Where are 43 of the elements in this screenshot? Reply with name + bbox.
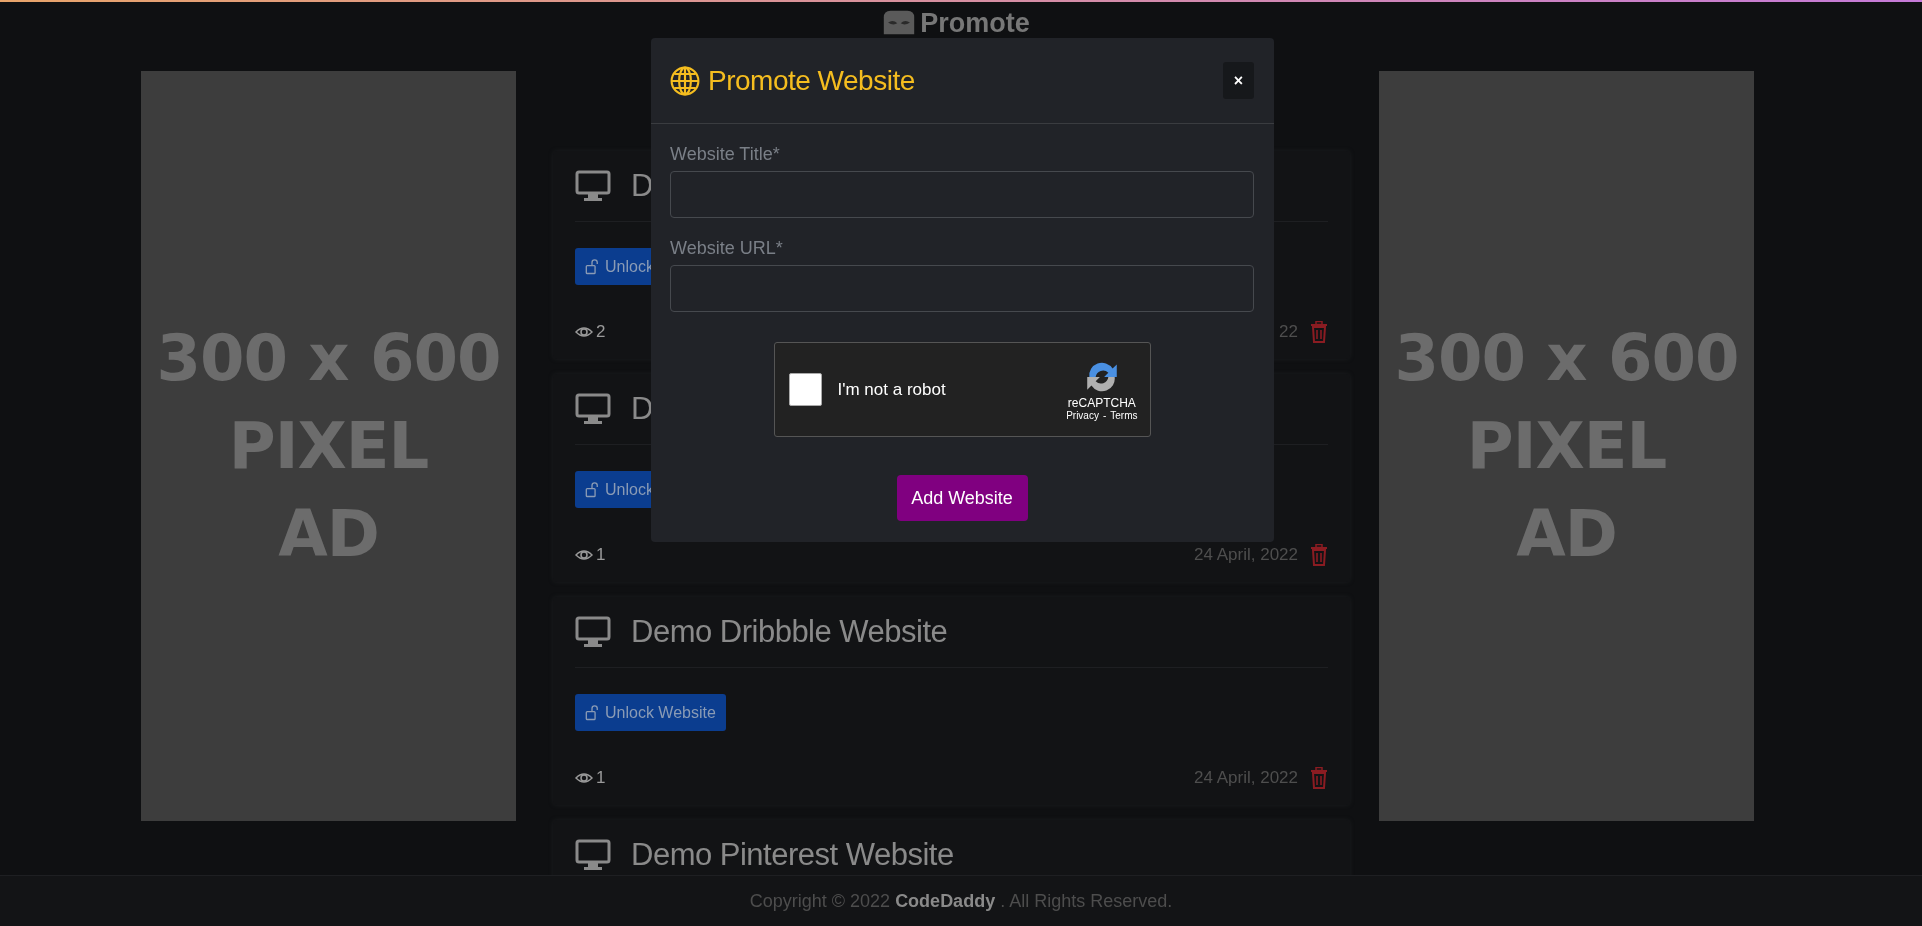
- website-title: Demo Dribbble Website: [631, 614, 948, 650]
- captcha-brand: reCAPTCHA: [1067, 396, 1136, 410]
- monitor-icon: [575, 839, 611, 871]
- eye-icon: [575, 324, 593, 340]
- unlock-icon: [585, 481, 599, 498]
- delete-button[interactable]: [1310, 544, 1328, 566]
- trash-icon: [1310, 767, 1328, 789]
- captcha-checkbox[interactable]: [788, 373, 822, 406]
- eye-icon: [575, 547, 593, 563]
- eye-icon: [575, 770, 593, 786]
- monitor-icon: [575, 393, 611, 425]
- website-title: D: [631, 168, 653, 204]
- logo-text: Promote: [920, 9, 1030, 37]
- modal-title: Promote Website: [708, 64, 915, 97]
- mask-icon: [882, 9, 917, 36]
- monitor-icon: [575, 616, 611, 648]
- terms-link[interactable]: Terms: [1110, 410, 1138, 421]
- view-count: 1: [596, 545, 606, 565]
- trash-icon: [1310, 544, 1328, 566]
- view-count: 1: [596, 768, 606, 788]
- globe-icon: [670, 65, 700, 96]
- post-date: 22: [1279, 322, 1298, 342]
- view-count: 2: [596, 322, 606, 342]
- unlock-icon: [585, 258, 599, 275]
- close-button[interactable]: ×: [1223, 62, 1254, 99]
- privacy-link[interactable]: Privacy: [1066, 410, 1099, 421]
- unlock-button[interactable]: Unlock Website: [575, 694, 726, 731]
- delete-button[interactable]: [1310, 767, 1328, 789]
- copyright-text: Copyright © 2022 CodeDaddy . All Rights Reserved.: [749, 890, 1173, 912]
- trash-icon: [1310, 321, 1328, 343]
- field-label: Website Title*: [670, 144, 781, 165]
- website-title: D: [631, 391, 653, 427]
- captcha-label: I'm not a robot: [837, 379, 947, 400]
- post-date: 24 April, 2022: [1194, 768, 1298, 788]
- separator-text: -: [1102, 410, 1107, 421]
- post-date: 24 April, 2022: [1194, 545, 1298, 565]
- input-field[interactable]: [670, 171, 1254, 218]
- input-field[interactable]: [670, 265, 1254, 312]
- add-website-button[interactable]: Add Website: [896, 475, 1028, 521]
- delete-button[interactable]: [1310, 321, 1328, 343]
- monitor-icon: [575, 170, 611, 202]
- unlock-icon: [585, 704, 599, 721]
- website-title: Demo Pinterest Website: [631, 837, 954, 873]
